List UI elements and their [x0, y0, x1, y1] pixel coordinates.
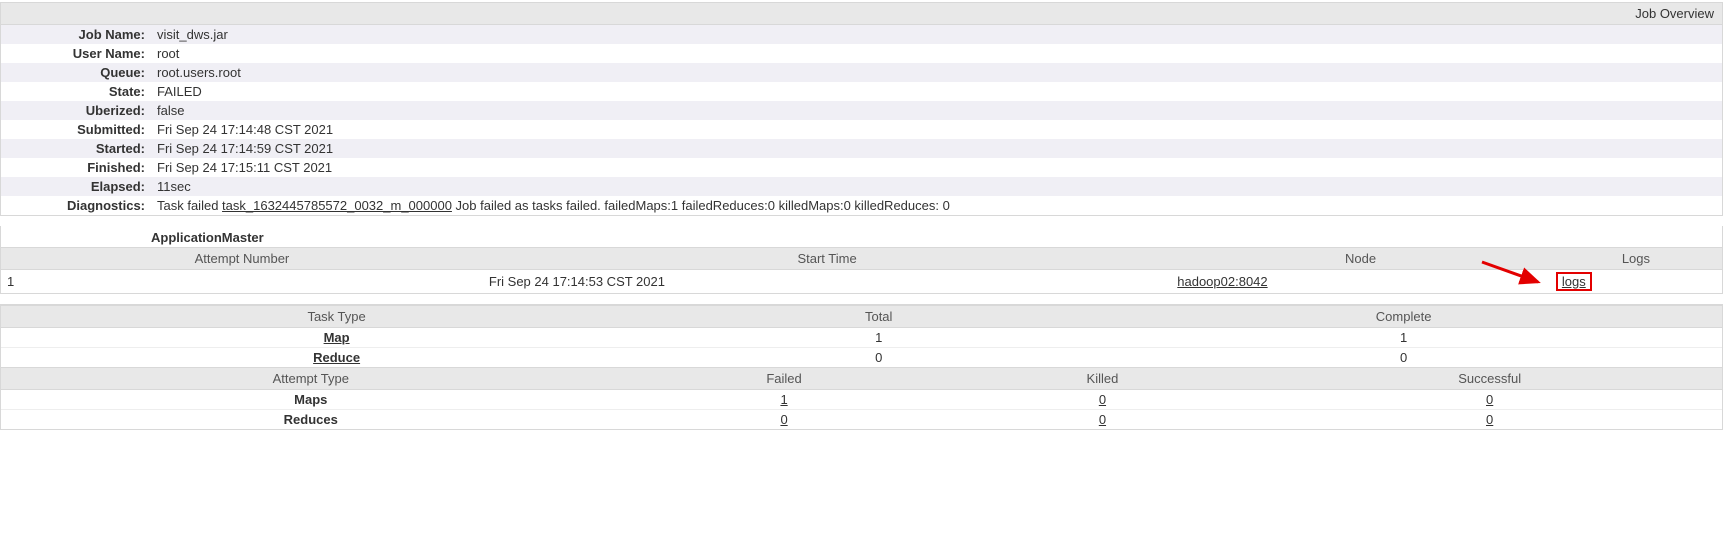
col-successful: Successful	[1257, 368, 1722, 390]
value-diagnostics: Task failed task_1632445785572_0032_m_00…	[151, 196, 1722, 215]
col-killed: Killed	[948, 368, 1258, 390]
col-node: Node	[1171, 248, 1550, 270]
task-map-complete: 1	[1085, 328, 1722, 348]
job-overview-title: Job Overview	[1, 3, 1722, 25]
diag-task-link[interactable]: task_1632445785572_0032_m_000000	[222, 198, 452, 213]
attempt-type-table: Attempt Type Failed Killed Successful Ma…	[1, 367, 1722, 429]
attempt-maps-successful-link[interactable]: 0	[1486, 392, 1493, 407]
job-overview-table: Job Name: visit_dws.jar User Name: root …	[1, 25, 1722, 215]
row-finished: Finished: Fri Sep 24 17:15:11 CST 2021	[1, 158, 1722, 177]
label-state: State:	[1, 82, 151, 101]
row-user-name: User Name: root	[1, 44, 1722, 63]
label-uberized: Uberized:	[1, 101, 151, 120]
row-elapsed: Elapsed: 11sec	[1, 177, 1722, 196]
value-elapsed: 11sec	[151, 177, 1722, 196]
task-map-total: 1	[672, 328, 1085, 348]
task-reduce-complete: 0	[1085, 348, 1722, 368]
value-uberized: false	[151, 101, 1722, 120]
cell-logs-link[interactable]: logs	[1562, 274, 1586, 289]
value-user-name: root	[151, 44, 1722, 63]
label-queue: Queue:	[1, 63, 151, 82]
appmaster-header-row: Attempt Number Start Time Node Logs	[1, 248, 1722, 270]
value-started: Fri Sep 24 17:14:59 CST 2021	[151, 139, 1722, 158]
label-diagnostics: Diagnostics:	[1, 196, 151, 215]
attempt-reduces-label: Reduces	[1, 410, 621, 430]
label-started: Started:	[1, 139, 151, 158]
col-attempt-type: Attempt Type	[1, 368, 621, 390]
col-logs: Logs	[1550, 248, 1722, 270]
task-section: Task Type Total Complete Map 1 1 Reduce …	[0, 304, 1723, 430]
cell-node-link[interactable]: hadoop02:8042	[1177, 274, 1267, 289]
cell-attempt-number: 1	[1, 270, 483, 294]
task-reduce-total: 0	[672, 348, 1085, 368]
label-finished: Finished:	[1, 158, 151, 177]
task-map-link[interactable]: Map	[324, 330, 350, 345]
task-reduce-link[interactable]: Reduce	[313, 350, 360, 365]
value-state: FAILED	[151, 82, 1722, 101]
label-elapsed: Elapsed:	[1, 177, 151, 196]
attempt-reduces-successful-link[interactable]: 0	[1486, 412, 1493, 427]
attempt-reduces-killed-link[interactable]: 0	[1099, 412, 1106, 427]
row-queue: Queue: root.users.root	[1, 63, 1722, 82]
col-complete: Complete	[1085, 306, 1722, 328]
job-overview-section: Job Overview Job Name: visit_dws.jar Use…	[0, 2, 1723, 216]
value-queue: root.users.root	[151, 63, 1722, 82]
attempt-maps-label: Maps	[1, 390, 621, 410]
appmaster-title: ApplicationMaster	[1, 226, 1722, 248]
value-job-name: visit_dws.jar	[151, 25, 1722, 44]
cell-start-time: Fri Sep 24 17:14:53 CST 2021	[483, 270, 1171, 294]
label-submitted: Submitted:	[1, 120, 151, 139]
col-attempt-number: Attempt Number	[1, 248, 483, 270]
attempt-maps-killed-link[interactable]: 0	[1099, 392, 1106, 407]
row-submitted: Submitted: Fri Sep 24 17:14:48 CST 2021	[1, 120, 1722, 139]
attempt-maps-failed-link[interactable]: 1	[780, 392, 787, 407]
row-uberized: Uberized: false	[1, 101, 1722, 120]
attempt-reduces-failed-link[interactable]: 0	[780, 412, 787, 427]
col-total: Total	[672, 306, 1085, 328]
diag-prefix: Task failed	[157, 198, 222, 213]
diag-suffix: Job failed as tasks failed. failedMaps:1…	[452, 198, 950, 213]
task-row-map: Map 1 1	[1, 328, 1722, 348]
col-task-type: Task Type	[1, 306, 672, 328]
attempt-type-header-row: Attempt Type Failed Killed Successful	[1, 368, 1722, 390]
row-started: Started: Fri Sep 24 17:14:59 CST 2021	[1, 139, 1722, 158]
label-user-name: User Name:	[1, 44, 151, 63]
row-diagnostics: Diagnostics: Task failed task_1632445785…	[1, 196, 1722, 215]
attempt-row-reduces: Reduces 0 0 0	[1, 410, 1722, 430]
row-state: State: FAILED	[1, 82, 1722, 101]
value-finished: Fri Sep 24 17:15:11 CST 2021	[151, 158, 1722, 177]
col-failed: Failed	[621, 368, 948, 390]
task-row-reduce: Reduce 0 0	[1, 348, 1722, 368]
col-start-time: Start Time	[483, 248, 1171, 270]
appmaster-section: ApplicationMaster Attempt Number Start T…	[0, 226, 1723, 294]
attempt-row-maps: Maps 1 0 0	[1, 390, 1722, 410]
appmaster-row: 1 Fri Sep 24 17:14:53 CST 2021 hadoop02:…	[1, 270, 1722, 294]
task-type-table: Task Type Total Complete Map 1 1 Reduce …	[1, 305, 1722, 367]
value-submitted: Fri Sep 24 17:14:48 CST 2021	[151, 120, 1722, 139]
appmaster-table: ApplicationMaster Attempt Number Start T…	[1, 226, 1722, 293]
row-job-name: Job Name: visit_dws.jar	[1, 25, 1722, 44]
task-type-header-row: Task Type Total Complete	[1, 306, 1722, 328]
label-job-name: Job Name:	[1, 25, 151, 44]
